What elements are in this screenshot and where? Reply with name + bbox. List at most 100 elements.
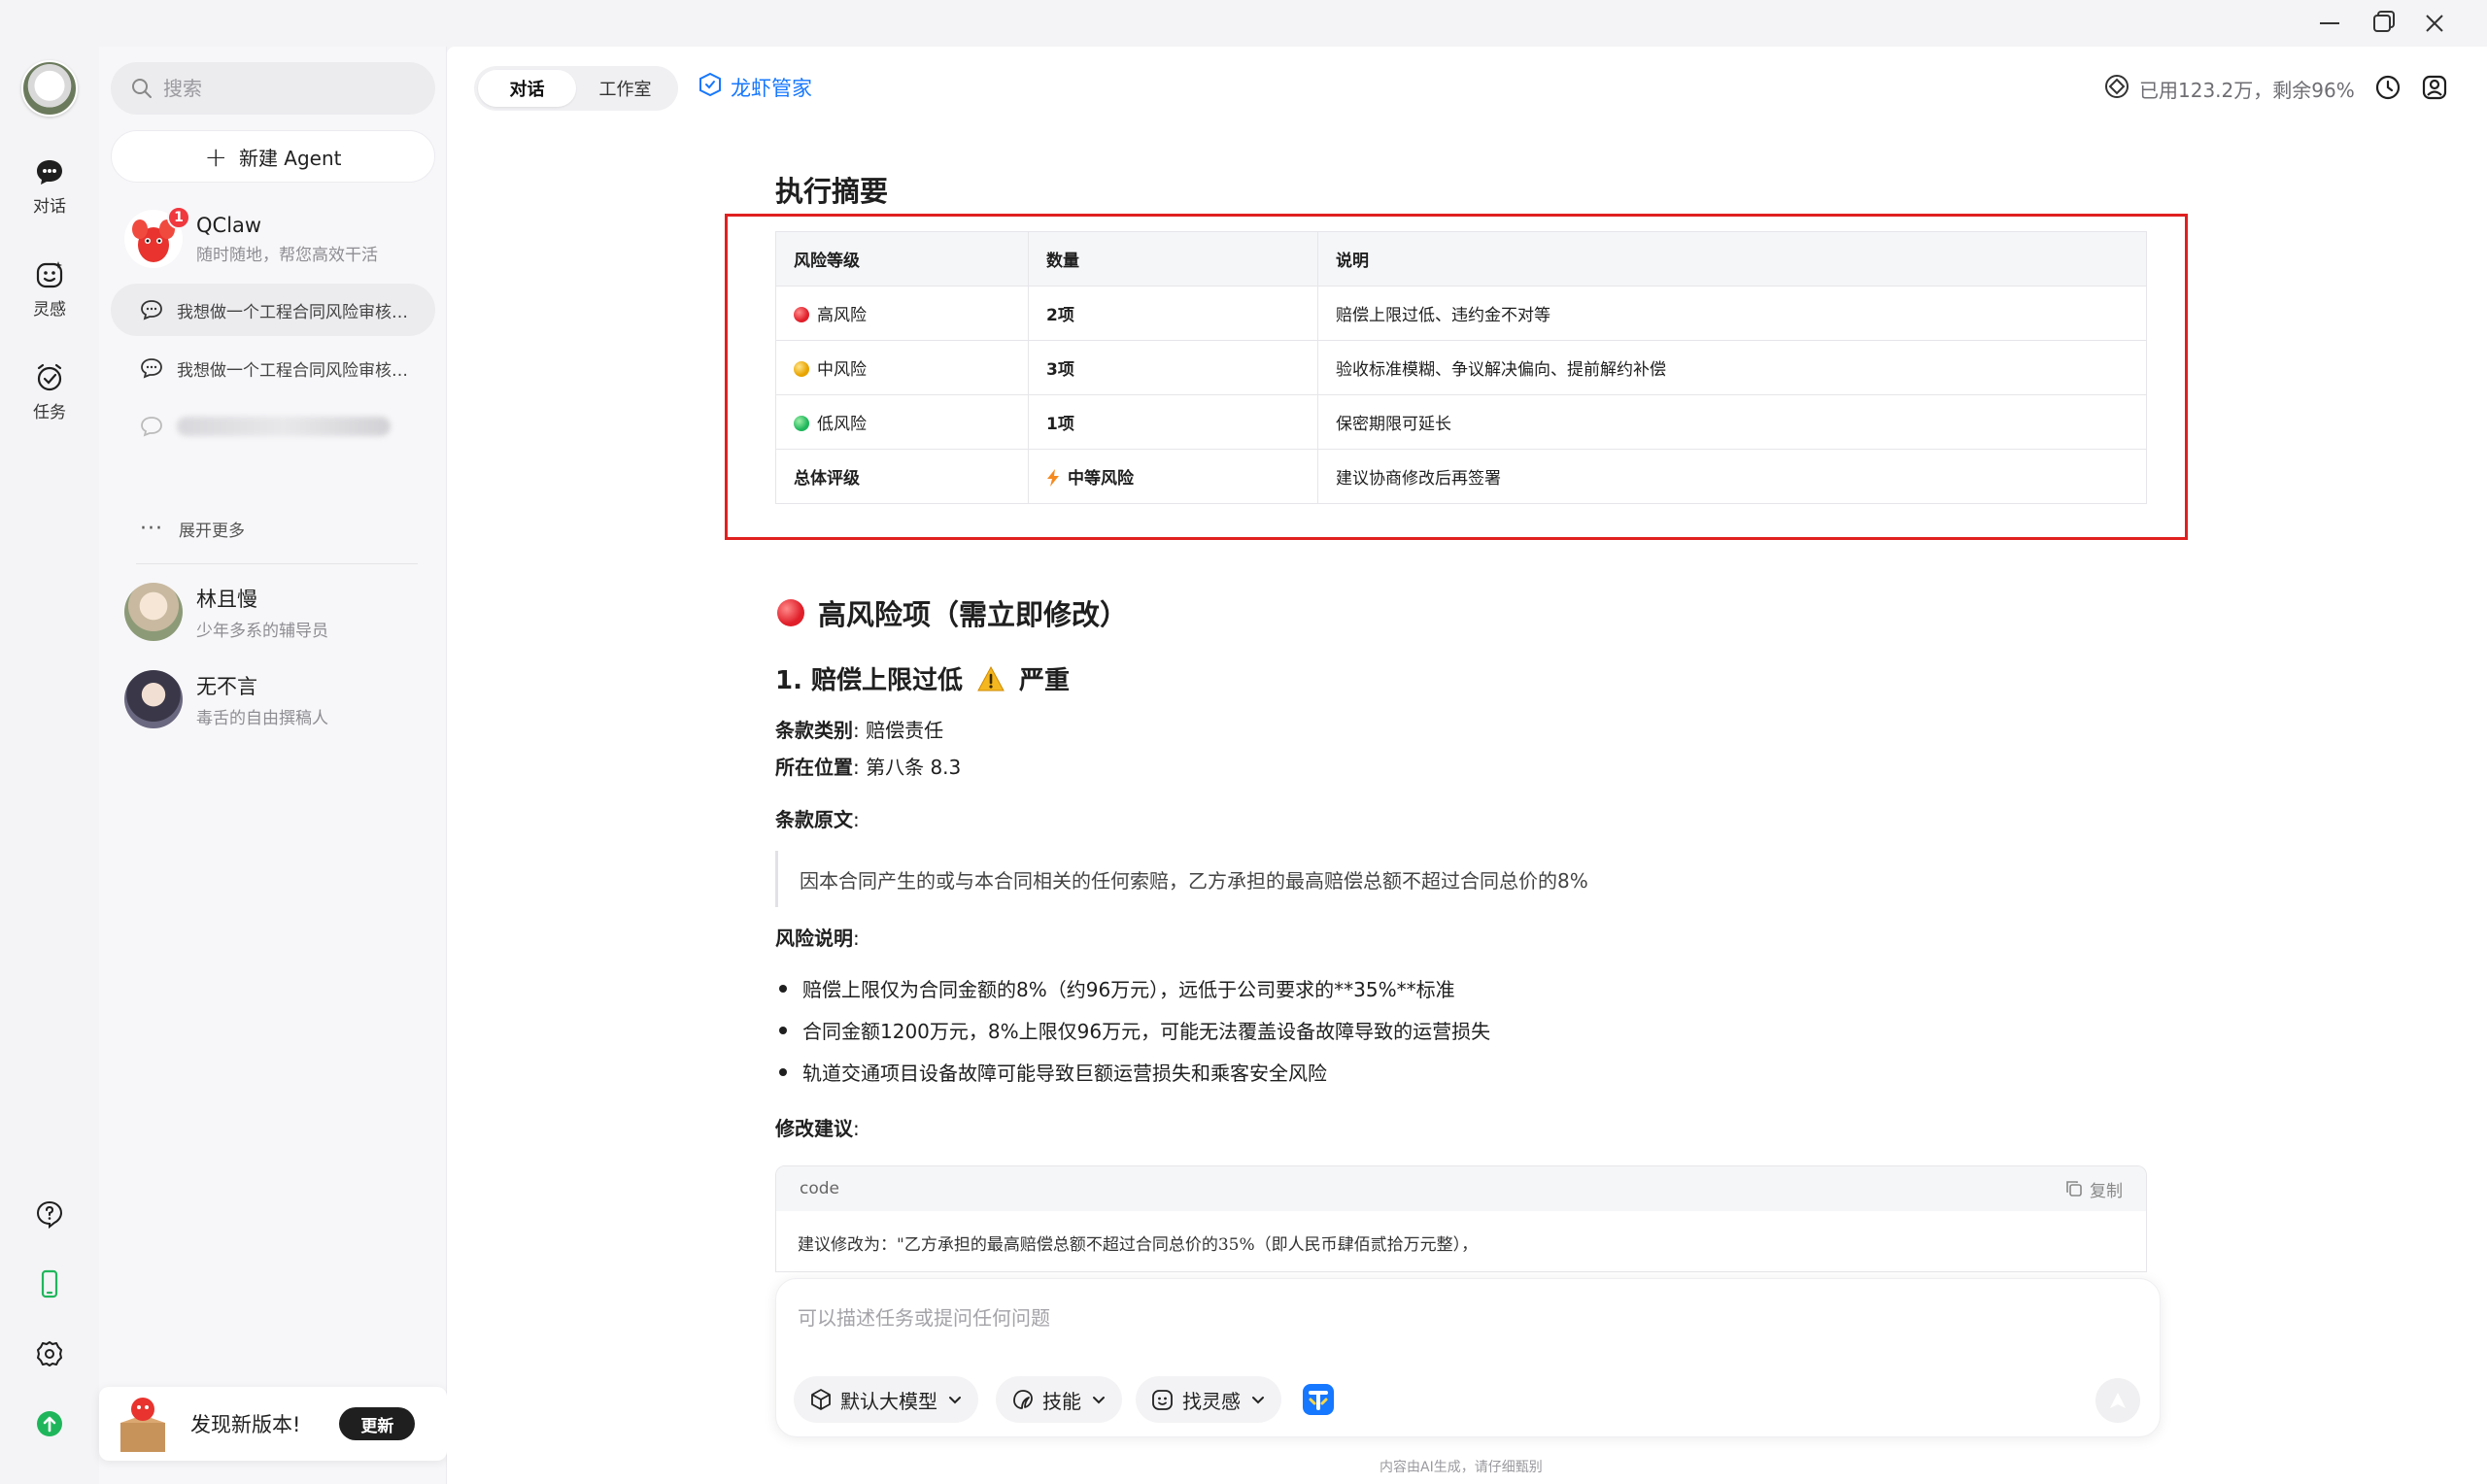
inspiration-selector[interactable]: 找灵感 bbox=[1136, 1376, 1281, 1423]
red-circle-icon bbox=[794, 307, 809, 322]
agent-subtitle: 随时随地，帮您高效干活 bbox=[196, 245, 378, 265]
skill-leaf-icon bbox=[1011, 1388, 1035, 1411]
chat-outline-icon bbox=[141, 358, 162, 379]
update-button[interactable]: 更新 bbox=[339, 1407, 416, 1440]
risk-points-list: 赔偿上限仅为合同金额的8%（约96万元），远低于公司要求的**35%**标准 合… bbox=[775, 967, 1490, 1093]
suggest-label: 修改建议 bbox=[775, 1117, 853, 1140]
chevron-down-icon bbox=[947, 1392, 963, 1407]
conversation-item-redacted[interactable] bbox=[111, 400, 435, 453]
new-agent-button[interactable]: + 新建 Agent bbox=[111, 130, 435, 183]
tab-studio[interactable]: 工作室 bbox=[576, 70, 674, 107]
sidebar: + 新建 Agent 1 QClaw 随时随地，帮您高效干活 我想做一个工程合同… bbox=[99, 47, 447, 1484]
mode-tabs: 对话 工作室 bbox=[474, 66, 678, 111]
close-icon bbox=[2426, 15, 2443, 32]
app-t-icon bbox=[1303, 1384, 1334, 1415]
code-content: 建议修改为："乙方承担的最高赔偿总额不超过合同总价的35%（即人民币肆佰贰拾万元… bbox=[798, 1235, 1479, 1255]
yellow-circle-icon bbox=[794, 361, 809, 377]
show-more-button[interactable]: ··· 展开更多 bbox=[140, 517, 245, 541]
overall-advice: 建议协商修改后再签署 bbox=[1317, 449, 2147, 504]
risk-desc: 验收标准模糊、争议解决偏向、提前解约补偿 bbox=[1317, 340, 2147, 395]
conversation-title: 我想做一个工程合同风险审核的技能 bbox=[177, 302, 410, 322]
send-arrow-icon bbox=[2110, 1393, 2126, 1408]
colon: : bbox=[853, 1117, 860, 1140]
cube-icon bbox=[809, 1388, 833, 1411]
list-item: 轨道交通项目设备故障可能导致巨额运营损失和乘客安全风险 bbox=[775, 1051, 1490, 1093]
risk-count: 1项 bbox=[1028, 394, 1318, 450]
rail-label-tasks: 任务 bbox=[33, 403, 66, 422]
clock-check-icon bbox=[33, 361, 66, 394]
agent-item-wubuyan[interactable]: 无不言 毒舌的自由撰稿人 bbox=[111, 660, 435, 738]
agent-item-qclaw[interactable]: 1 QClaw 随时随地，帮您高效干活 bbox=[111, 200, 435, 278]
token-icon bbox=[2104, 74, 2129, 104]
profile-button[interactable] bbox=[2417, 70, 2452, 105]
qclaw-avatar: 1 bbox=[124, 206, 190, 268]
quota-text: 已用123.2万，剩余96% bbox=[2139, 79, 2355, 102]
gear-icon bbox=[37, 1341, 62, 1366]
search-input[interactable] bbox=[163, 77, 416, 100]
minimize-button[interactable] bbox=[2308, 8, 2351, 39]
risk-level: 高风险 bbox=[817, 306, 867, 325]
risk-explain-label: 风险说明 bbox=[775, 927, 853, 950]
skills-selector[interactable]: 技能 bbox=[996, 1376, 1122, 1423]
help-icon bbox=[36, 1200, 63, 1229]
rail-label-inspiration: 灵感 bbox=[33, 300, 66, 320]
code-block: code 复制 建议修改为："乙方承担的最高赔偿总额不超过合同总价的35%（即人… bbox=[775, 1165, 2147, 1272]
overall-rating: 中等风险 bbox=[1068, 469, 1134, 489]
lightning-icon bbox=[1047, 469, 1059, 487]
conversation-item[interactable]: 我想做一个工程合同风险审核的技能 bbox=[111, 342, 435, 394]
agent-name: 无不言 bbox=[196, 674, 257, 698]
risk-item-heading: 1. 赔偿上限过低 严重 bbox=[775, 660, 1070, 696]
history-button[interactable] bbox=[2370, 70, 2405, 105]
maximize-button[interactable] bbox=[2361, 8, 2403, 39]
table-row: 低风险 1项 保密期限可延长 bbox=[775, 394, 2147, 450]
tab-chat[interactable]: 对话 bbox=[478, 70, 576, 107]
model-selector[interactable]: 默认大模型 bbox=[794, 1376, 978, 1423]
copy-button[interactable]: 复制 bbox=[2064, 1177, 2123, 1201]
code-header: code 复制 bbox=[776, 1166, 2146, 1211]
maximize-icon bbox=[2373, 15, 2391, 32]
upgrade-button[interactable] bbox=[30, 1404, 69, 1443]
smile-sparkle-icon bbox=[1151, 1388, 1175, 1411]
quota-usage[interactable]: 已用123.2万，剩余96% bbox=[2104, 74, 2355, 104]
tool-app-button[interactable] bbox=[1295, 1376, 1342, 1423]
plus-icon: + bbox=[204, 140, 227, 173]
rail-item-tasks[interactable]: 任务 bbox=[0, 361, 99, 422]
risk-desc: 保密期限可延长 bbox=[1317, 394, 2147, 450]
red-circle-icon bbox=[777, 599, 804, 626]
table-row: 中风险 3项 验收标准模糊、争议解决偏向、提前解约补偿 bbox=[775, 340, 2147, 395]
search-icon bbox=[132, 79, 152, 98]
smile-sparkle-icon bbox=[33, 258, 66, 291]
ai-disclaimer: 内容由AI生成，请仔细甄别 bbox=[1380, 1460, 1543, 1475]
rail-item-chat[interactable]: 对话 bbox=[0, 155, 99, 217]
agent-avatar bbox=[124, 583, 183, 641]
col-header-level: 风险等级 bbox=[775, 231, 1029, 287]
user-avatar[interactable] bbox=[21, 60, 78, 117]
update-message: 发现新版本! bbox=[190, 1413, 301, 1436]
rail-item-inspiration[interactable]: 灵感 bbox=[0, 258, 99, 320]
agent-subtitle: 少年多系的辅导员 bbox=[196, 621, 328, 641]
colon: : bbox=[853, 808, 860, 831]
search-box[interactable] bbox=[111, 62, 435, 115]
mobile-button[interactable] bbox=[30, 1265, 69, 1303]
help-button[interactable] bbox=[30, 1195, 69, 1233]
message-input[interactable] bbox=[798, 1302, 2138, 1351]
original-line: 条款原文: bbox=[775, 804, 860, 832]
window-titlebar bbox=[0, 0, 2487, 47]
high-risk-heading: 高风险项（需立即修改） bbox=[777, 592, 1128, 633]
agent-name: QClaw bbox=[196, 213, 262, 237]
agent-item-linqieman[interactable]: 林且慢 少年多系的辅导员 bbox=[111, 573, 435, 651]
message-composer: 默认大模型 技能 找灵感 bbox=[775, 1278, 2161, 1437]
lobster-manager-link[interactable]: 龙虾管家 bbox=[698, 72, 812, 102]
list-item: 赔偿上限仅为合同金额的8%（约96万元），远低于公司要求的**35%**标准 bbox=[775, 967, 1490, 1009]
update-card: 发现新版本! 更新 bbox=[99, 1387, 447, 1461]
clock-icon bbox=[2375, 75, 2401, 100]
close-button[interactable] bbox=[2413, 8, 2456, 39]
send-button[interactable] bbox=[2095, 1378, 2140, 1423]
location-line: 所在位置: 第八条 8.3 bbox=[775, 752, 961, 780]
code-language: code bbox=[800, 1179, 839, 1198]
original-label: 条款原文 bbox=[775, 808, 853, 831]
conversation-item[interactable]: 我想做一个工程合同风险审核的技能 bbox=[111, 284, 435, 336]
minimize-icon bbox=[2320, 22, 2339, 24]
settings-button[interactable] bbox=[30, 1334, 69, 1373]
more-dots-icon: ··· bbox=[140, 517, 163, 541]
